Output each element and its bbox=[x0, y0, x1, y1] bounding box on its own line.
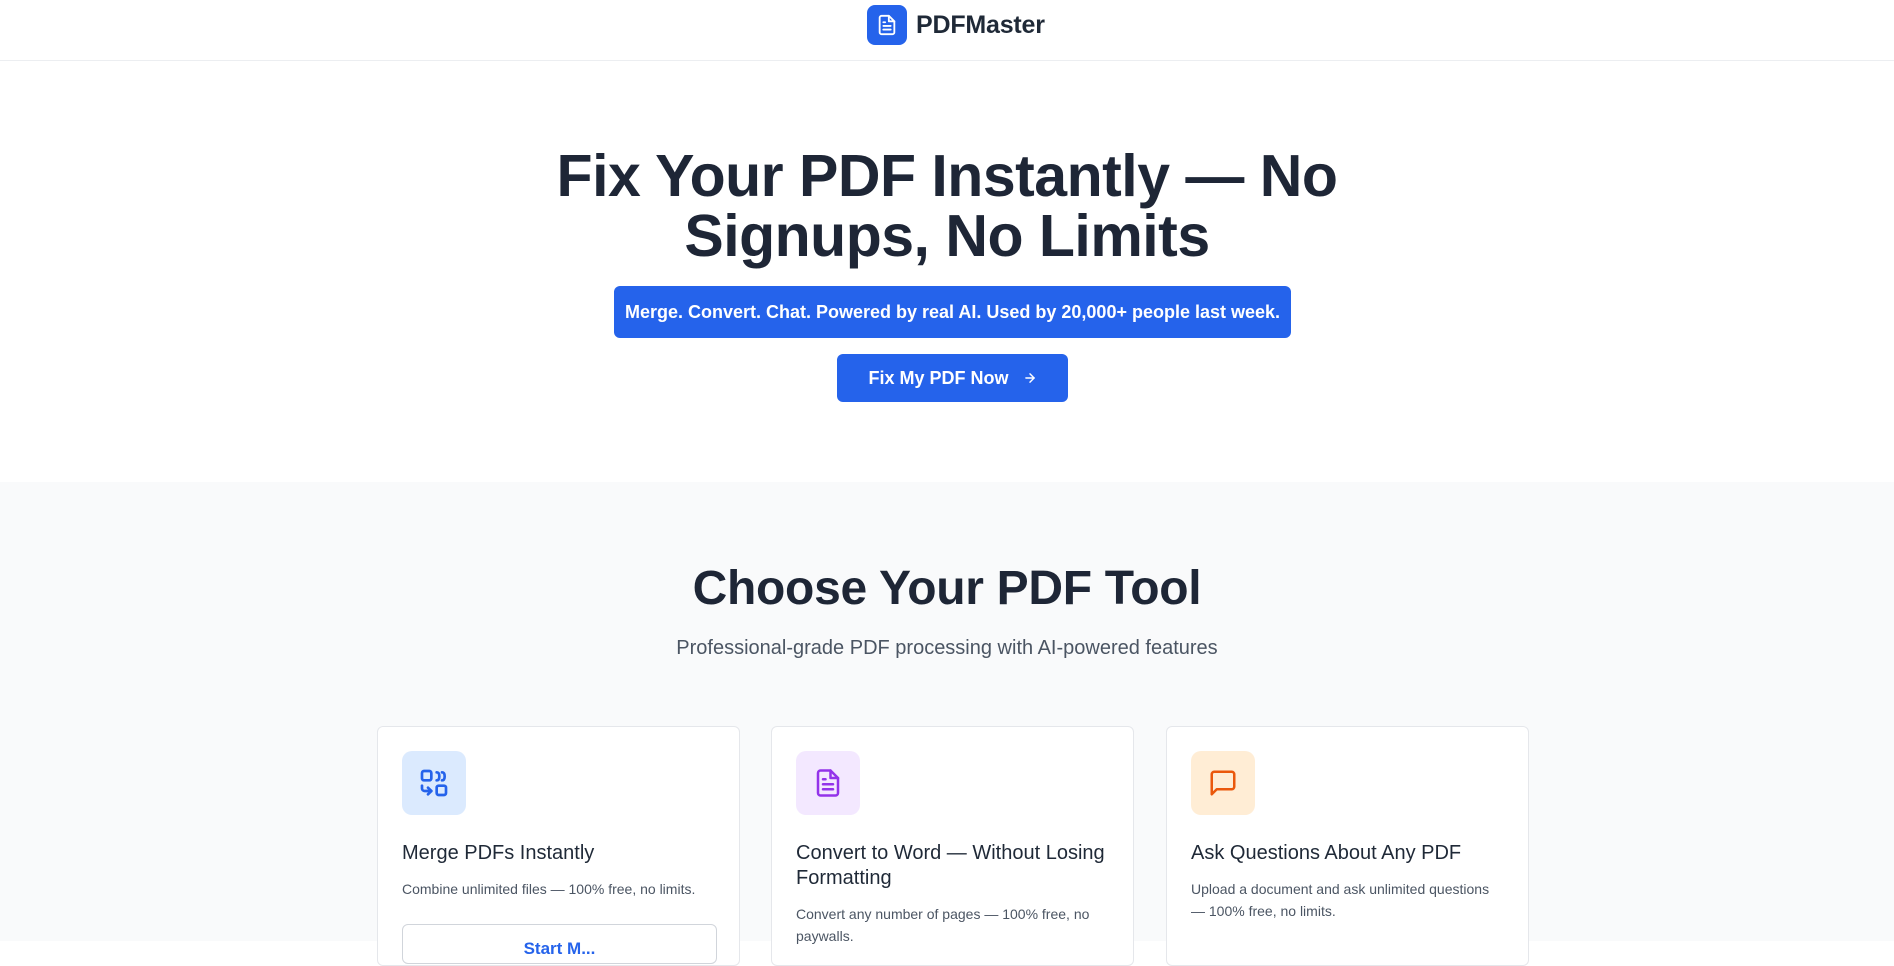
section-subtitle: Professional-grade PDF processing with A… bbox=[676, 637, 1218, 659]
tool-card-merge[interactable]: Merge PDFs Instantly Combine unlimited f… bbox=[377, 726, 740, 966]
card-button-label: Start M... bbox=[523, 939, 596, 958]
tool-card-chat[interactable]: Ask Questions About Any PDF Upload a doc… bbox=[1166, 726, 1529, 966]
card-title: Merge PDFs Instantly bbox=[402, 842, 595, 864]
brand-name: PDFMaster bbox=[916, 10, 1045, 39]
hero-title: Fix Your PDF Instantly — No Signups, No … bbox=[556, 143, 1338, 269]
brand-link[interactable]: PDFMaster bbox=[867, 5, 1045, 45]
tools-section: Choose Your PDF Tool Professional-grade … bbox=[0, 482, 1894, 966]
arrow-right-icon bbox=[1024, 373, 1035, 383]
card-title: Ask Questions About Any PDF bbox=[1191, 842, 1462, 864]
chat-icon bbox=[1191, 751, 1255, 815]
document-icon bbox=[867, 5, 907, 45]
card-description: Convert any number of pages — 100% free,… bbox=[796, 906, 1090, 944]
document-icon bbox=[796, 751, 860, 815]
card-description: Upload a document and ask unlimited ques… bbox=[1191, 881, 1490, 919]
merge-icon bbox=[402, 751, 466, 815]
tool-card-convert[interactable]: Convert to Word — Without Losing Formatt… bbox=[771, 726, 1134, 966]
top-header: PDFMaster bbox=[0, 0, 1894, 61]
cta-label: Fix My PDF Now bbox=[868, 367, 1009, 388]
card-description: Combine unlimited files — 100% free, no … bbox=[402, 881, 696, 897]
fix-my-pdf-button[interactable]: Fix My PDF Now bbox=[837, 354, 1068, 402]
card-title: Convert to Word — Without Losing Formatt… bbox=[796, 842, 1105, 889]
start-merge-button[interactable]: Start M... bbox=[402, 924, 717, 964]
section-title: Choose Your PDF Tool bbox=[692, 562, 1202, 615]
hero-tagline-badge: Merge. Convert. Chat. Powered by real AI… bbox=[614, 286, 1291, 338]
